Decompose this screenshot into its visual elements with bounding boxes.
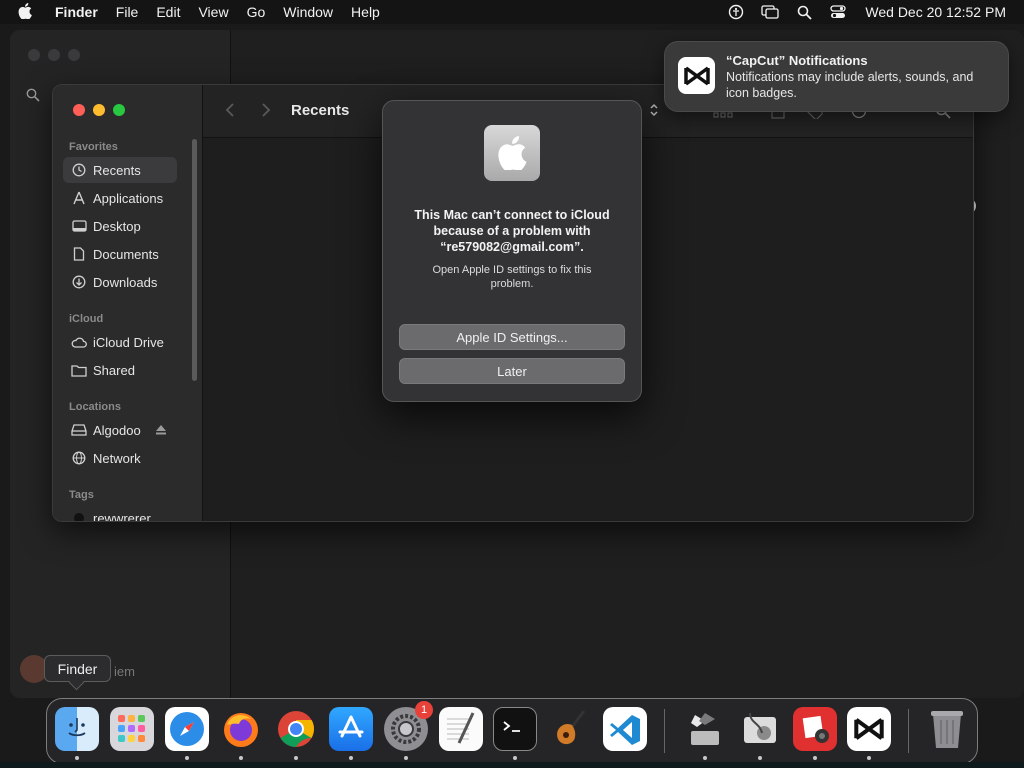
forward-arrow-icon[interactable]	[261, 102, 271, 123]
menu-file[interactable]: File	[107, 4, 148, 20]
apple-logo-icon	[484, 125, 540, 181]
sidebar-item-applications[interactable]: Applications	[63, 185, 177, 211]
sidebar-item-label: Applications	[93, 190, 164, 206]
sidebar-item-label: iCloud Drive	[93, 334, 164, 350]
firefox-icon[interactable]	[219, 707, 263, 751]
document-icon	[71, 246, 87, 262]
globe-icon	[71, 450, 87, 466]
notification-badge: 1	[415, 701, 433, 719]
finder-sidebar: Favorites Recents Applications Desktop D…	[53, 85, 203, 521]
sidebar-item-icloud-drive[interactable]: iCloud Drive	[63, 329, 177, 355]
minimize-button[interactable]	[93, 104, 105, 116]
menu-view[interactable]: View	[189, 4, 237, 20]
sidebar-item-recents[interactable]: Recents	[63, 157, 177, 183]
launchpad-icon[interactable]	[110, 707, 154, 751]
dock-separator	[664, 709, 665, 753]
back-arrow-icon[interactable]	[225, 102, 235, 123]
notification-title: “CapCut” Notifications	[726, 53, 868, 68]
apple-menu-icon[interactable]	[0, 2, 46, 22]
sidebar-item-network[interactable]: Network	[63, 445, 177, 471]
sidebar-item-shared[interactable]: Shared	[63, 357, 177, 383]
download-icon	[71, 274, 87, 290]
menu-bar: Finder File Edit View Go Window Help Wed…	[0, 0, 1024, 24]
zoom-button[interactable]	[113, 104, 125, 116]
garageband-icon[interactable]	[548, 707, 592, 751]
sidebar-item-label: Recents	[93, 162, 141, 178]
background-close-button[interactable]	[28, 49, 40, 61]
capcut-icon	[678, 57, 715, 94]
menu-window[interactable]: Window	[274, 4, 342, 20]
chrome-icon[interactable]	[274, 707, 318, 751]
icloud-alert-dialog: This Mac can’t connect to iCloud because…	[382, 100, 642, 402]
dialog-subtext: Open Apple ID settings to fix this probl…	[432, 264, 592, 290]
sidebar-item-label: Network	[93, 450, 141, 466]
close-button[interactable]	[73, 104, 85, 116]
capcut-dock-icon[interactable]	[847, 707, 891, 751]
dock-separator	[908, 709, 909, 753]
sidebar-item-label: rewwrerer	[93, 510, 151, 522]
sidebar-item-algodoo[interactable]: Algodoo	[63, 417, 173, 443]
sidebar-item-desktop[interactable]: Desktop	[63, 213, 177, 239]
finder-icon[interactable]	[55, 707, 99, 751]
trash-icon[interactable]	[925, 707, 969, 751]
applications-icon	[71, 190, 87, 206]
sidebar-item-label: Desktop	[93, 218, 141, 234]
boot-camp-icon[interactable]	[683, 707, 727, 751]
menu-app-finder[interactable]: Finder	[46, 4, 107, 20]
sidebar-section-tags: Tags	[69, 489, 94, 501]
screen-mirroring-icon[interactable]	[760, 0, 780, 24]
safari-icon[interactable]	[165, 707, 209, 751]
sidebar-item-label: Documents	[93, 246, 159, 262]
disk-icon	[71, 422, 87, 438]
sidebar-scrollbar[interactable]	[192, 139, 197, 381]
chevron-up-down-icon[interactable]	[649, 102, 659, 123]
sidebar-item-tag[interactable]: rewwrerer	[63, 505, 177, 522]
sidebar-item-label: Shared	[93, 362, 135, 378]
spotlight-search-icon[interactable]	[794, 0, 814, 24]
accessibility-icon[interactable]	[726, 0, 746, 24]
app-store-icon[interactable]	[329, 707, 373, 751]
sidebar-item-downloads[interactable]: Downloads	[63, 269, 177, 295]
desktop-icon	[71, 218, 87, 234]
notification-body: Notifications may include alerts, sounds…	[726, 70, 974, 100]
desktop-bottom-strip	[0, 762, 1024, 768]
terminal-icon[interactable]	[493, 707, 537, 751]
page-title: Recents	[291, 102, 350, 119]
later-button[interactable]: Later	[399, 358, 625, 384]
eject-icon[interactable]	[155, 423, 167, 438]
sidebar-section-favorites: Favorites	[69, 141, 118, 153]
capcut-notification[interactable]: “CapCut” Notifications Notifications may…	[664, 41, 1009, 112]
menu-help[interactable]: Help	[342, 4, 389, 20]
dock-tooltip: Finder	[44, 655, 111, 682]
menu-edit[interactable]: Edit	[147, 4, 189, 20]
sidebar-item-label: Algodoo	[93, 422, 141, 438]
cloud-icon	[71, 334, 87, 350]
vscode-icon[interactable]	[603, 707, 647, 751]
sidebar-item-label: Downloads	[93, 274, 158, 290]
background-search-icon[interactable]	[26, 88, 40, 107]
tag-color-dot-icon	[71, 510, 87, 521]
menu-bar-clock[interactable]: Wed Dec 20 12:52 PM	[855, 4, 1024, 20]
menu-go[interactable]: Go	[238, 4, 275, 20]
background-user-name: iem	[114, 664, 135, 679]
disk-utility-icon[interactable]	[738, 707, 782, 751]
apple-id-settings-button[interactable]: Apple ID Settings...	[399, 324, 625, 350]
clock-icon	[71, 162, 87, 178]
photo-booth-icon[interactable]	[793, 707, 837, 751]
textedit-icon[interactable]	[439, 707, 483, 751]
sidebar-section-icloud: iCloud	[69, 313, 104, 325]
sidebar-item-documents[interactable]: Documents	[63, 241, 177, 267]
shared-folder-icon	[71, 362, 87, 378]
dialog-message: This Mac can’t connect to iCloud because…	[414, 208, 610, 254]
background-minimize-button[interactable]	[48, 49, 60, 61]
sidebar-section-locations: Locations	[69, 401, 121, 413]
background-zoom-button[interactable]	[68, 49, 80, 61]
dock: 1	[46, 698, 978, 764]
control-center-icon[interactable]	[828, 0, 848, 24]
